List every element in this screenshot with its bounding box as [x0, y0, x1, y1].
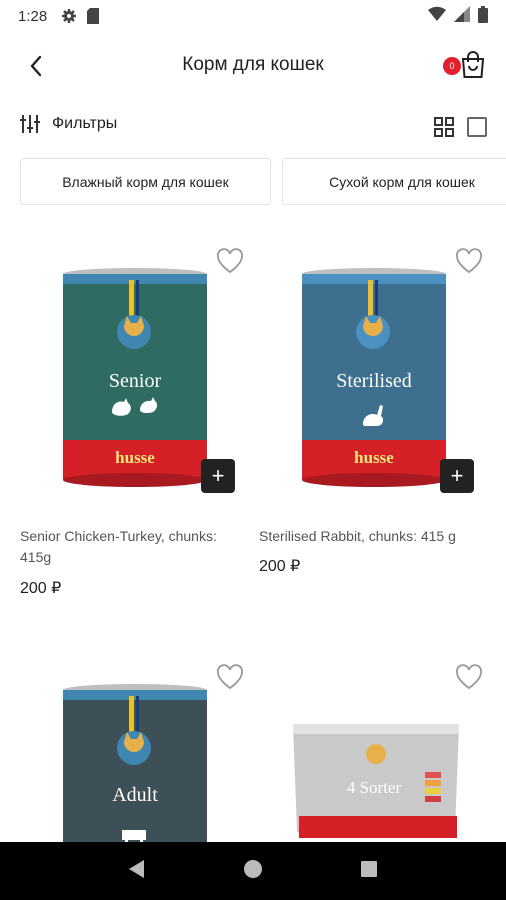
square-recents-icon — [360, 860, 377, 877]
page-title: Корм для кошек — [182, 54, 324, 75]
product-card[interactable]: 4 Sorter — [259, 656, 489, 842]
filters-label: Фильтры — [52, 115, 118, 132]
top-app-bar: Корм для кошек — [0, 38, 506, 94]
heart-icon — [456, 248, 482, 274]
status-time: 1:28 — [18, 7, 48, 25]
signal-icon — [454, 6, 470, 26]
plus-icon: + — [450, 463, 464, 488]
favorite-button[interactable] — [216, 248, 244, 274]
can-label: Adult — [112, 784, 158, 806]
chip-dry-food[interactable]: Сухой корм для кошек — [282, 158, 506, 205]
heart-icon — [217, 248, 243, 274]
system-nav-bar — [0, 842, 506, 900]
cart-count-badge: 0 — [443, 57, 461, 75]
can-label: Senior — [108, 370, 162, 392]
nav-home-button[interactable] — [243, 859, 263, 884]
battery-icon — [478, 5, 488, 27]
grid-view-button[interactable] — [434, 117, 454, 137]
nav-recents-button[interactable] — [360, 860, 378, 883]
heart-icon — [217, 664, 243, 690]
favorite-button[interactable] — [216, 664, 244, 690]
product-card[interactable]: Senior husse + Senior Chicken-Turkey, ch… — [20, 240, 250, 600]
status-bar: 1:28 — [0, 0, 506, 32]
list-view-button[interactable] — [467, 117, 487, 137]
can-label: 4 Sorter — [346, 778, 402, 797]
can-label: Sterilised — [336, 370, 412, 392]
grid-icon — [434, 117, 454, 137]
settings-icon — [61, 8, 77, 24]
add-to-cart-button[interactable]: + — [440, 459, 474, 493]
plus-icon: + — [211, 463, 225, 488]
product-name: Senior Chicken-Turkey, chunks: 415g — [20, 528, 217, 565]
circle-home-icon — [243, 859, 262, 878]
sliders-icon — [20, 115, 40, 133]
filter-bar: Фильтры — [0, 110, 506, 144]
product-card[interactable]: Sterilised husse + Sterilised Rabbit, ch… — [259, 240, 489, 600]
shopping-bag-icon — [461, 51, 485, 78]
filters-button[interactable]: Фильтры — [20, 114, 117, 134]
nav-back-button[interactable] — [128, 859, 146, 884]
heart-icon — [456, 664, 482, 690]
product-price: 200 ₽ — [259, 558, 301, 575]
product-price: 200 ₽ — [20, 580, 62, 597]
category-chips: Влажный корм для кошек Сухой корм для ко… — [0, 158, 506, 206]
favorite-button[interactable] — [455, 248, 483, 274]
add-to-cart-button[interactable]: + — [201, 459, 235, 493]
product-card[interactable]: Adult — [20, 656, 250, 842]
cart-button[interactable] — [460, 50, 486, 80]
wifi-icon — [428, 6, 446, 26]
favorite-button[interactable] — [455, 664, 483, 690]
product-name: Sterilised Rabbit, chunks: 415 g — [259, 528, 456, 544]
chip-wet-food[interactable]: Влажный корм для кошек — [20, 158, 271, 205]
sd-card-icon — [87, 8, 100, 24]
triangle-back-icon — [129, 859, 145, 878]
